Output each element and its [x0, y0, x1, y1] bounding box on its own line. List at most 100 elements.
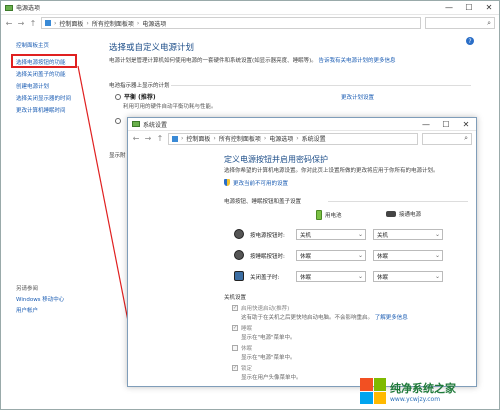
sleep-button-plugged-select[interactable]: 休眠 ⌄ [373, 250, 443, 261]
shield-link-label[interactable]: 更改当前不可用的设置 [233, 179, 288, 187]
select-value: 关机 [377, 232, 389, 239]
watermark: 纯净系统之家 www.ycwjzy.com [360, 372, 500, 410]
select-value: 关机 [300, 232, 312, 239]
select-value: 休眠 [300, 253, 312, 260]
close-button[interactable]: ✕ [479, 1, 499, 15]
column-header-battery: 用电池 [316, 210, 342, 220]
chevron-down-icon: ⌄ [434, 252, 440, 259]
checkbox-checked-icon[interactable]: ✓ [232, 305, 238, 311]
learn-more-link[interactable]: 告诉我有关电源计划的更多信息 [319, 58, 396, 64]
address-bar[interactable]: › 控制面板 › 所有控制面板项 › 电源选项 [41, 17, 421, 29]
sleep-button-battery-select[interactable]: 休眠 ⌄ [296, 250, 366, 261]
breadcrumb-separator: › [263, 135, 267, 142]
battery-app-icon [132, 121, 140, 127]
chevron-down-icon: ⌄ [357, 273, 363, 280]
breadcrumb-separator: › [136, 19, 140, 27]
power-button-battery-select[interactable]: 关机 ⌄ [296, 229, 366, 240]
option-hibernate[interactable]: 休眠 [232, 344, 252, 352]
search-input[interactable]: ⌕ [425, 17, 495, 29]
power-button-plugged-select[interactable]: 关机 ⌄ [373, 229, 443, 240]
breadcrumb-item[interactable]: 所有控制面板项 [92, 19, 134, 28]
option-description: 显示在"电源"菜单中。 [241, 355, 296, 361]
breadcrumb-separator: › [213, 135, 216, 142]
maximize-button[interactable]: ☐ [436, 117, 456, 131]
section-title-shutdown: 关机设置 [224, 295, 247, 301]
user-accounts-link[interactable]: 用户帐户 [16, 306, 38, 314]
divider [328, 201, 468, 202]
plan-option-balanced[interactable]: 平衡 (推荐) [115, 92, 156, 101]
change-unavailable-settings-link[interactable]: 更改当前不可用的设置 [224, 179, 288, 187]
window-title: 系统设置 [143, 121, 168, 129]
option-fast-startup[interactable]: ✓ 启用快速启动(推荐) [232, 304, 289, 312]
learn-more-link[interactable]: 了解更多信息 [375, 315, 408, 321]
forward-arrow-icon[interactable]: → [17, 19, 25, 28]
minimize-button[interactable]: — [439, 1, 459, 15]
plan-section-header: 电池指示器上显示的计划 [109, 83, 170, 89]
window-titlebar: 系统设置 — ☐ ✕ [128, 118, 476, 131]
sidebar-item-lid[interactable]: 选择关闭盖子的功能 [16, 70, 66, 78]
sidebar-item-home[interactable]: 控制面板主页 [16, 41, 49, 49]
control-panel-icon [45, 20, 51, 26]
settings-content: 定义电源按钮并启用密码保护 选择你希望的计算机电源设置。你对此页上设置所做的更改… [224, 154, 474, 188]
breadcrumb-item[interactable]: 系统设置 [302, 134, 326, 143]
option-label: 启用快速启动(推荐) [241, 306, 290, 312]
sidebar-item-create-plan[interactable]: 创建电源计划 [16, 82, 49, 90]
address-bar-row: ← → ↑ › 控制面板 › 所有控制面板项 › 电源选项 › 系统设置 ⌕ [128, 131, 476, 146]
minimize-button[interactable]: — [416, 117, 436, 131]
sleep-button-icon [234, 250, 244, 260]
forward-arrow-icon[interactable]: → [144, 134, 152, 143]
mobility-center-link[interactable]: Windows 移动中心 [16, 295, 64, 303]
breadcrumb-separator: › [181, 135, 184, 142]
plan-description: 利用可用的硬件自动平衡功耗与性能。 [123, 104, 217, 110]
row-label-power-button: 按电源按钮时: [250, 233, 285, 239]
chevron-down-icon: ⌄ [357, 231, 363, 238]
search-input[interactable]: ⌕ [422, 132, 472, 145]
description-text: 电源计划是管理计算机如何使用电源的一套硬件和系统设置(如显示器亮度、睡眠等)。 [109, 58, 317, 64]
maximize-button[interactable]: ☐ [459, 1, 479, 15]
chevron-down-icon: ⌄ [434, 231, 440, 238]
page-title: 定义电源按钮并启用密码保护 [224, 155, 328, 164]
laptop-lid-icon [234, 271, 244, 281]
change-plan-settings-link[interactable]: 更改计划设置 [341, 93, 374, 101]
up-arrow-icon[interactable]: ↑ [29, 19, 37, 28]
page-title: 选择或自定义电源计划 [109, 43, 195, 53]
breadcrumb-item[interactable]: 电源选项 [142, 19, 166, 28]
lid-plugged-select[interactable]: 休眠 ⌄ [373, 271, 443, 282]
option-lock[interactable]: ✓ 锁定 [232, 364, 252, 372]
checkbox-checked-icon[interactable]: ✓ [232, 365, 238, 371]
window-controls: — ☐ ✕ [439, 1, 499, 15]
breadcrumb-item[interactable]: 电源选项 [269, 134, 293, 143]
radio-button[interactable] [115, 118, 121, 124]
breadcrumb-item[interactable]: 所有控制面板项 [219, 134, 261, 143]
sidebar-item-display-off[interactable]: 选择关闭显示器的时间 [16, 94, 71, 102]
breadcrumb-separator: › [86, 19, 89, 27]
control-panel-icon [172, 135, 178, 142]
sidebar-item-sleep-time[interactable]: 更改计算机睡眠时间 [16, 106, 66, 114]
breadcrumb-item[interactable]: 控制面板 [186, 134, 210, 143]
main-content: 选择或自定义电源计划 电源计划是管理计算机如何使用电源的一套硬件和系统设置(如显… [109, 41, 479, 65]
back-arrow-icon[interactable]: ← [5, 19, 13, 28]
section-title-buttons: 电源按钮、睡眠按钮和盖子设置 [224, 199, 302, 205]
battery-icon [316, 210, 322, 220]
partial-text: 显示附 [109, 153, 126, 159]
sidebar: 控制面板主页 选择电源按钮的功能 选择关闭盖子的功能 创建电源计划 选择关闭显示… [16, 39, 116, 409]
select-value: 休眠 [377, 253, 389, 260]
lid-battery-select[interactable]: 休眠 ⌄ [296, 271, 366, 282]
row-label-lid: 关闭盖子时: [250, 275, 280, 281]
breadcrumb-item[interactable]: 控制面板 [59, 19, 83, 28]
close-button[interactable]: ✕ [456, 117, 476, 131]
checkbox-unchecked-icon[interactable] [232, 345, 238, 351]
window-title: 电源选项 [16, 5, 41, 12]
back-arrow-icon[interactable]: ← [132, 134, 140, 143]
option-label: 休眠 [241, 346, 253, 352]
up-arrow-icon[interactable]: ↑ [156, 134, 164, 143]
watermark-title: 纯净系统之家 [390, 381, 456, 395]
checkbox-checked-icon[interactable]: ✓ [232, 325, 238, 331]
option-sleep[interactable]: ✓ 睡眠 [232, 324, 252, 332]
address-bar-row: ← → ↑ › 控制面板 › 所有控制面板项 › 电源选项 ⌕ [1, 15, 499, 31]
radio-button[interactable] [115, 93, 121, 100]
watermark-url: www.ycwjzy.com [390, 395, 441, 403]
address-bar[interactable]: › 控制面板 › 所有控制面板项 › 电源选项 › 系统设置 [168, 132, 418, 145]
plug-icon [386, 211, 396, 217]
column-label-plugged: 接通电源 [399, 212, 422, 218]
